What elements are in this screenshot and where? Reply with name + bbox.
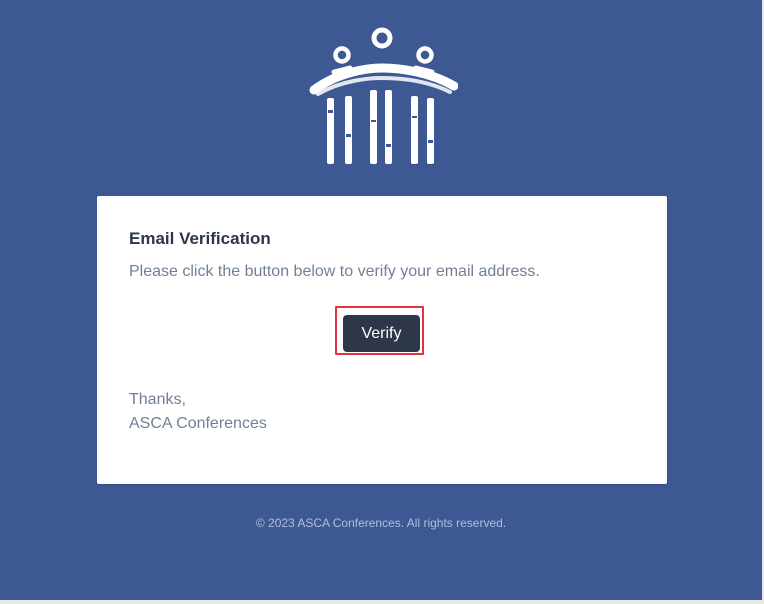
signature-text: ASCA Conferences <box>129 415 267 432</box>
verify-button[interactable]: Verify <box>343 315 420 352</box>
verification-card: Email Verification Please click the butt… <box>97 196 667 484</box>
email-title: Email Verification <box>129 229 271 248</box>
email-page: Email Verification Please click the butt… <box>0 0 764 604</box>
closing-text: Thanks, <box>129 391 186 408</box>
footer-copyright: © 2023 ASCA Conferences. All rights rese… <box>255 516 507 530</box>
asca-logo <box>308 24 458 168</box>
email-message: Please click the button below to verify … <box>129 263 540 280</box>
columns-figures-logo-icon <box>309 27 458 164</box>
